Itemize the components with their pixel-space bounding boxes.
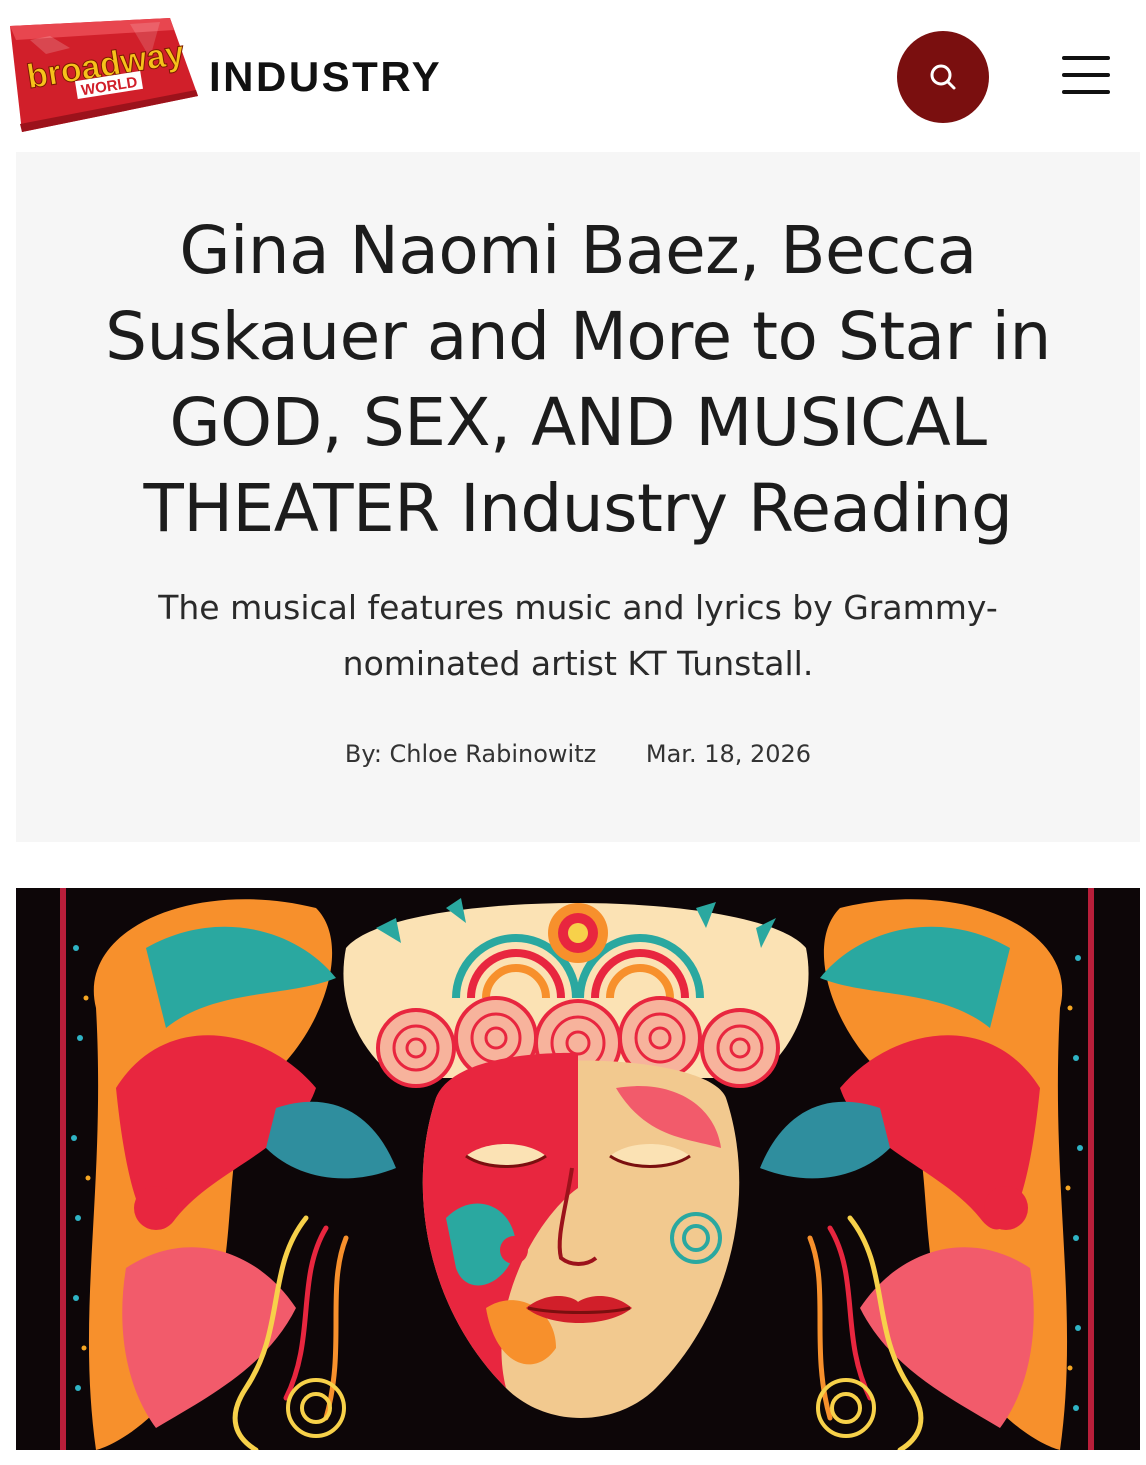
- article-subhead: The musical features music and lyrics by…: [158, 588, 998, 683]
- site-header: broadway WORLD INDUSTRY: [0, 0, 1146, 150]
- hero-image[interactable]: [16, 888, 1140, 1450]
- author-link[interactable]: Chloe Rabinowitz: [390, 740, 597, 768]
- byline: By: Chloe Rabinowitz Mar. 18, 2026: [16, 736, 1140, 772]
- hamburger-menu-icon[interactable]: [1062, 56, 1112, 96]
- article-header: Gina Naomi Baez, Becca Suskauer and More…: [16, 152, 1140, 842]
- search-icon: [930, 64, 956, 90]
- article-headline: Gina Naomi Baez, Becca Suskauer and More…: [105, 212, 1051, 547]
- search-button[interactable]: [897, 31, 989, 123]
- menu-bar: [1062, 56, 1110, 60]
- byline-prefix: By:: [344, 740, 390, 768]
- broadwayworld-logo[interactable]: broadway WORLD: [10, 18, 200, 134]
- menu-bar: [1062, 73, 1110, 77]
- publish-date: Mar. 18, 2026: [645, 740, 812, 768]
- section-title[interactable]: INDUSTRY: [209, 48, 442, 106]
- menu-bar: [1062, 90, 1110, 94]
- logo-badge: broadway WORLD: [10, 18, 198, 132]
